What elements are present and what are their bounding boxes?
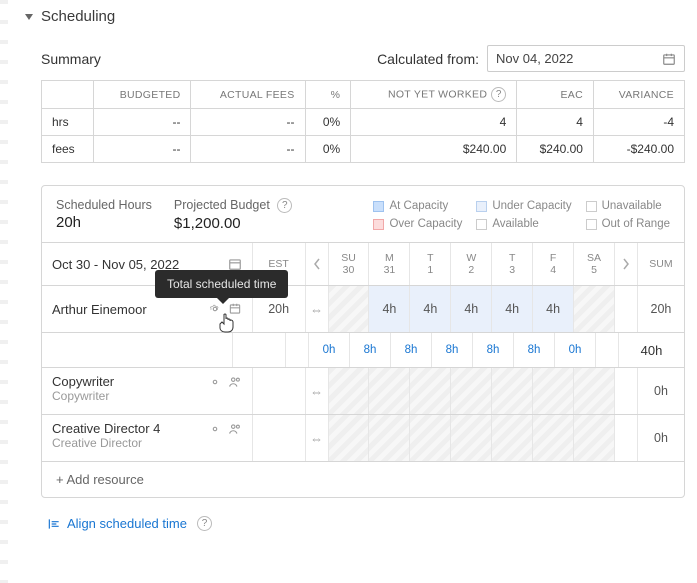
col-pct: % [305, 81, 351, 109]
capacity-sum: 40h [641, 343, 663, 358]
capacity-cell[interactable]: 8h [364, 344, 377, 356]
day-header: SU30 [329, 243, 370, 285]
day-cell[interactable] [492, 368, 533, 414]
day-cell[interactable]: 4h [410, 286, 451, 332]
resource-row: Arthur Einemoor 20h ⇔ 4h 4h 4h 4h 4h 20h [42, 285, 684, 332]
col-notyet: NOT YET WORKED? [351, 81, 517, 109]
capacity-legend: At Capacity Under Capacity Unavailable O… [373, 198, 670, 232]
day-cell[interactable]: 4h [451, 286, 492, 332]
day-cell[interactable] [410, 415, 451, 461]
col-variance: VARIANCE [593, 81, 684, 109]
resource-name[interactable]: Arthur Einemoor [52, 302, 147, 317]
day-cell[interactable] [574, 368, 615, 414]
day-header: W2 [451, 243, 492, 285]
day-cell[interactable] [574, 286, 615, 332]
prev-week-button[interactable] [306, 243, 329, 285]
calendar-icon [662, 52, 676, 66]
capacity-cell[interactable]: 0h [323, 344, 336, 356]
capacity-cell[interactable]: 8h [487, 344, 500, 356]
day-cell[interactable]: 4h [533, 286, 574, 332]
day-header: F4 [533, 243, 574, 285]
projected-budget-value: $1,200.00 [174, 215, 292, 232]
day-cell[interactable] [329, 286, 370, 332]
resource-name[interactable]: Copywriter [52, 374, 114, 389]
calculated-from-input[interactable]: Nov 04, 2022 [487, 45, 685, 72]
col-actual: ACTUAL FEES [191, 81, 305, 109]
expand-icon[interactable]: ⇔ [310, 302, 323, 317]
capacity-cell[interactable]: 0h [569, 344, 582, 356]
day-header: SA5 [574, 243, 615, 285]
help-icon[interactable]: ? [197, 516, 212, 531]
day-cell[interactable] [492, 415, 533, 461]
col-budgeted: BUDGETED [94, 81, 191, 109]
day-cell[interactable] [369, 415, 410, 461]
col-eac: EAC [517, 81, 594, 109]
day-header: M31 [369, 243, 410, 285]
day-cell[interactable] [329, 368, 370, 414]
calculated-from-label: Calculated from: [377, 51, 479, 67]
day-cell[interactable] [533, 368, 574, 414]
day-cell[interactable]: 4h [369, 286, 410, 332]
day-cell[interactable]: 4h [492, 286, 533, 332]
day-cell[interactable] [329, 415, 370, 461]
row-sum: 0h [654, 431, 668, 445]
assign-user-icon[interactable] [228, 422, 242, 436]
capacity-row: 0h 8h 8h 8h 8h 8h 0h 40h [42, 332, 684, 367]
resource-role: Creative Director [52, 436, 142, 450]
summary-table: BUDGETED ACTUAL FEES % NOT YET WORKED? E… [41, 80, 685, 163]
tooltip: Total scheduled time [155, 270, 288, 298]
expand-icon[interactable]: ⇔ [310, 431, 323, 446]
scheduled-hours-value: 20h [56, 214, 152, 231]
day-header: T1 [410, 243, 451, 285]
summary-label: Summary [41, 51, 101, 67]
projected-budget-label: Projected Budget ? [174, 198, 292, 213]
scheduled-hours-label: Scheduled Hours [56, 198, 152, 212]
day-header: T3 [492, 243, 533, 285]
resource-name[interactable]: Creative Director 4 [52, 421, 160, 436]
section-title: Scheduling [41, 8, 115, 25]
collapse-caret-icon[interactable] [25, 14, 33, 20]
row-sum: 0h [654, 384, 668, 398]
add-resource-button[interactable]: + Add resource [42, 461, 684, 497]
gear-icon[interactable] [208, 375, 222, 389]
capacity-cell[interactable]: 8h [528, 344, 541, 356]
table-row: fees----0%$240.00$240.00-$240.00 [42, 136, 685, 163]
table-row: hrs----0%44-4 [42, 109, 685, 136]
day-cell[interactable] [451, 415, 492, 461]
expand-icon[interactable]: ⇔ [310, 384, 323, 399]
gear-icon[interactable] [208, 302, 222, 316]
calculated-from-value: Nov 04, 2022 [496, 51, 573, 66]
align-scheduled-time-link[interactable]: Align scheduled time ? [47, 516, 685, 531]
next-week-button[interactable] [615, 243, 638, 285]
schedule-panel: Scheduled Hours 20h Projected Budget ? $… [41, 185, 685, 498]
help-icon[interactable]: ? [491, 87, 506, 102]
assign-user-icon[interactable] [228, 375, 242, 389]
sum-header: SUM [638, 243, 684, 285]
day-cell[interactable] [410, 368, 451, 414]
day-cell[interactable] [369, 368, 410, 414]
resource-row: Creative Director 4 Creative Director ⇔ … [42, 414, 684, 461]
schedule-icon[interactable] [228, 302, 242, 316]
align-icon [47, 517, 61, 531]
row-sum: 20h [651, 302, 672, 316]
day-cell[interactable] [533, 415, 574, 461]
day-cell[interactable] [574, 415, 615, 461]
capacity-cell[interactable]: 8h [446, 344, 459, 356]
est-value[interactable]: 20h [268, 302, 289, 316]
gear-icon[interactable] [208, 422, 222, 436]
resource-row: Copywriter Copywriter ⇔ 0h [42, 367, 684, 414]
resource-role: Copywriter [52, 389, 109, 403]
day-cell[interactable] [451, 368, 492, 414]
capacity-cell[interactable]: 8h [405, 344, 418, 356]
help-icon[interactable]: ? [277, 198, 292, 213]
